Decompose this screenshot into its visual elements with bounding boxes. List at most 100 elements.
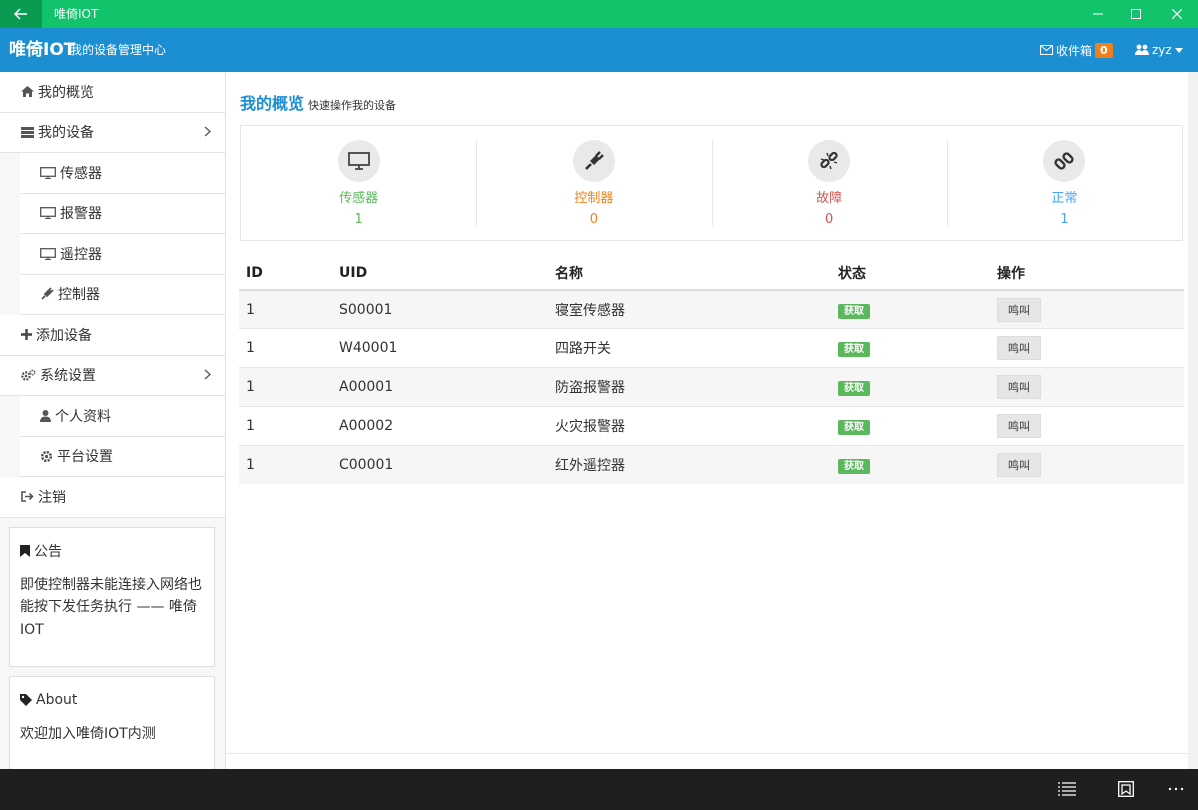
status-badge[interactable]: 获取 — [838, 419, 870, 435]
maximize-button[interactable] — [1119, 0, 1153, 28]
plug-icon — [572, 140, 615, 182]
stat-normal[interactable]: 正常 1 — [946, 126, 1182, 240]
chevron-right-icon — [204, 369, 211, 379]
beep-button[interactable]: 鸣叫 — [997, 413, 1041, 438]
beep-button[interactable]: 鸣叫 — [997, 297, 1041, 322]
sidebar-item-label: 我的概览 — [38, 84, 94, 101]
stats-panel: 传感器 1 控制器 0 故障 0 正常 1 — [240, 125, 1183, 241]
table-row: 1 S00001 寝室传感器 获取 鸣叫 — [239, 289, 1184, 329]
caret-down-icon — [1174, 47, 1183, 53]
tag-icon — [20, 693, 32, 706]
inbox-link[interactable]: 收件箱 0 — [1040, 41, 1113, 59]
stat-value: 0 — [589, 212, 599, 227]
sidebar-item-sensor[interactable]: 传感器 — [20, 153, 225, 194]
about-body: 欢迎加入唯倚IOT内测 — [20, 725, 156, 742]
sidebar-item-label: 平台设置 — [57, 449, 113, 466]
sidebar-item-settings[interactable]: 系统设置 — [0, 355, 225, 396]
cell-action: 鸣叫 — [990, 405, 1184, 446]
cell-name: 防盗报警器 — [548, 367, 831, 407]
cell-id: 1 — [239, 367, 332, 407]
status-badge[interactable]: 获取 — [838, 380, 870, 396]
cell-status: 获取 — [831, 405, 990, 446]
notice-body: 即使控制器未能连接入网络也能按下发任务执行 —— 唯倚IOT — [20, 576, 202, 638]
table-row: 1 A00001 防盗报警器 获取 鸣叫 — [239, 367, 1184, 407]
minimize-icon — [1093, 13, 1103, 15]
sidebar-item-label: 传感器 — [60, 165, 102, 182]
cell-id: 1 — [239, 405, 332, 446]
beep-button[interactable]: 鸣叫 — [997, 336, 1041, 361]
server-icon — [21, 126, 34, 138]
sidebar-item-label: 系统设置 — [40, 368, 96, 385]
about-title: About — [20, 677, 204, 723]
beep-button[interactable]: 鸣叫 — [997, 374, 1041, 399]
status-badge[interactable]: 获取 — [838, 458, 870, 474]
list-button[interactable] — [1054, 777, 1080, 801]
sidebar-item-profile[interactable]: 个人资料 — [20, 396, 225, 437]
app-bar — [0, 769, 1198, 810]
monitor-icon — [40, 166, 56, 179]
back-button[interactable] — [0, 0, 42, 28]
beep-button[interactable]: 鸣叫 — [997, 452, 1041, 477]
table-row: 1 C00001 红外遥控器 获取 鸣叫 — [239, 444, 1184, 484]
cell-action: 鸣叫 — [990, 289, 1184, 329]
sidebar-item-platform[interactable]: 平台设置 — [20, 436, 225, 477]
cell-name: 寝室传感器 — [548, 289, 831, 329]
cell-uid: A00002 — [332, 405, 548, 446]
stat-fault[interactable]: 故障 0 — [711, 126, 947, 240]
close-button[interactable] — [1160, 0, 1194, 28]
sidebar-item-alarm[interactable]: 报警器 — [20, 193, 225, 234]
cell-id: 1 — [239, 328, 332, 368]
column-header-status: 状态 — [831, 257, 990, 291]
close-icon — [1172, 9, 1182, 19]
cell-action: 鸣叫 — [990, 367, 1184, 407]
scrollbar-thumb[interactable] — [1190, 72, 1196, 769]
brand-logo[interactable]: 唯倚IOT — [9, 28, 75, 72]
stat-value: 1 — [354, 212, 363, 227]
vertical-scrollbar[interactable] — [1188, 72, 1198, 769]
status-badge[interactable]: 获取 — [838, 303, 870, 319]
arrow-left-icon — [14, 8, 27, 20]
footer-divider — [226, 753, 1188, 754]
monitor-icon — [40, 247, 56, 260]
stat-controller[interactable]: 控制器 0 — [476, 126, 711, 240]
reading-list-button[interactable] — [1113, 777, 1139, 801]
sidebar-item-controller[interactable]: 控制器 — [20, 274, 225, 315]
column-header-action: 操作 — [990, 257, 1184, 291]
cell-id: 1 — [239, 289, 332, 329]
more-button[interactable] — [1163, 777, 1189, 801]
users-icon — [1135, 44, 1149, 55]
status-badge[interactable]: 获取 — [838, 342, 870, 358]
sidebar-item-remote[interactable]: 遥控器 — [20, 234, 225, 275]
cell-name: 火灾报警器 — [548, 405, 831, 446]
page-subtitle: 快速操作我的设备 — [308, 99, 397, 112]
broken-link-icon — [808, 140, 851, 182]
sidebar-item-logout[interactable]: 注销 — [0, 477, 225, 518]
inbox-count-badge: 0 — [1095, 42, 1113, 58]
app-header: 唯倚IOT 我的设备管理中心 收件箱 0 zyz — [0, 28, 1198, 72]
main-content: 我的概览 快速操作我的设备 传感器 1 控制器 0 故障 0 正常 1 ID U… — [226, 72, 1188, 769]
minimize-button[interactable] — [1081, 0, 1115, 28]
plug-icon — [40, 287, 54, 301]
sidebar-item-label: 控制器 — [58, 287, 100, 304]
page-title: 我的概览 快速操作我的设备 — [240, 90, 396, 114]
sidebar-item-devices[interactable]: 我的设备 — [0, 112, 225, 153]
cell-uid: A00001 — [332, 367, 548, 407]
cell-action: 鸣叫 — [990, 328, 1184, 368]
gear-icon — [40, 450, 53, 463]
sidebar-item-add-device[interactable]: 添加设备 — [0, 315, 225, 356]
cell-id: 1 — [239, 444, 332, 484]
user-menu[interactable]: zyz — [1135, 41, 1183, 59]
inbox-label: 收件箱 — [1056, 43, 1093, 58]
cell-uid: S00001 — [332, 289, 548, 329]
table-row: 1 A00002 火灾报警器 获取 鸣叫 — [239, 405, 1184, 446]
sidebar-item-label: 个人资料 — [55, 408, 111, 425]
sidebar-item-label: 报警器 — [60, 206, 102, 223]
stat-sensor[interactable]: 传感器 1 — [241, 126, 476, 240]
notice-title: 公告 — [20, 528, 204, 574]
cell-name: 红外遥控器 — [548, 444, 831, 484]
sidebar-item-overview[interactable]: 我的概览 — [0, 72, 225, 113]
page-title-heading: 我的概览 — [240, 94, 305, 113]
window-title: 唯倚IOT — [54, 7, 99, 21]
cell-status: 获取 — [831, 444, 990, 484]
link-icon — [1043, 140, 1086, 182]
